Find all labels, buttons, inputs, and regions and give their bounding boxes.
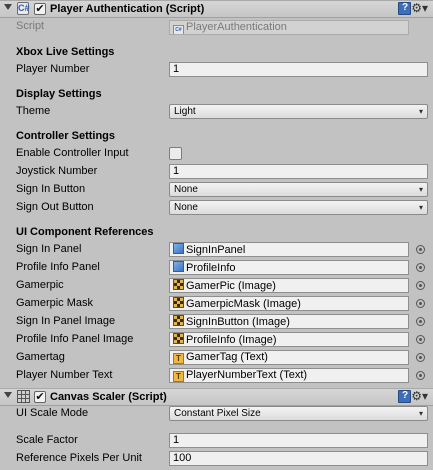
gamertag-label: Gamertag: [16, 351, 65, 363]
canvas-scaler-icon: [17, 390, 30, 403]
joystick-number-label: Joystick Number: [16, 165, 98, 177]
help-book-icon[interactable]: [398, 390, 411, 403]
script-asset-icon: C#: [173, 25, 184, 34]
ui-scale-mode-label: UI Scale Mode: [16, 407, 89, 419]
object-picker-icon[interactable]: [416, 281, 425, 290]
sign-out-button-dropdown[interactable]: None ▾: [169, 200, 428, 215]
image-icon: [173, 333, 184, 344]
dropdown-arrow-icon: ▾: [418, 203, 423, 212]
theme-value: Light: [174, 106, 196, 117]
sign-in-button-dropdown[interactable]: None ▾: [169, 182, 428, 197]
foldout-arrow-icon[interactable]: [4, 4, 12, 10]
display-settings-heading: Display Settings: [16, 88, 102, 100]
theme-dropdown[interactable]: Light ▾: [169, 104, 428, 119]
player-number-label: Player Number: [16, 63, 90, 75]
settings-gear-icon[interactable]: ⚙▾: [411, 1, 428, 15]
text-icon: T: [173, 371, 184, 382]
help-book-icon[interactable]: [398, 2, 411, 15]
settings-gear-icon[interactable]: ⚙▾: [411, 389, 428, 403]
gamerpic-value: GamerPic (Image): [186, 280, 276, 292]
player-number-text-label: Player Number Text: [16, 369, 113, 381]
csharp-script-icon: C#: [17, 2, 30, 15]
sign-out-button-value: None: [174, 202, 198, 213]
sign-in-panel-field[interactable]: SignInPanel: [169, 242, 409, 257]
cube-icon: [173, 261, 184, 272]
profile-info-panel-image-field[interactable]: ProfileInfo (Image): [169, 332, 409, 347]
reference-pixels-per-unit-label: Reference Pixels Per Unit: [16, 452, 142, 464]
script-value: PlayerAuthentication: [186, 21, 287, 33]
object-picker-icon[interactable]: [416, 335, 425, 344]
component-enabled-checkbox[interactable]: ✔: [34, 391, 46, 403]
player-number-text-field[interactable]: T PlayerNumberText (Text): [169, 368, 409, 383]
ui-component-references-heading: UI Component References: [16, 226, 154, 238]
sign-in-panel-image-label: Sign In Panel Image: [16, 315, 116, 327]
gamerpic-field[interactable]: GamerPic (Image): [169, 278, 409, 293]
ui-scale-mode-dropdown[interactable]: Constant Pixel Size ▾: [169, 406, 428, 421]
canvas-scaler-header[interactable]: ✔ Canvas Scaler (Script) ⚙▾: [0, 388, 433, 406]
text-icon: T: [173, 353, 184, 364]
dropdown-arrow-icon: ▾: [418, 409, 423, 418]
sign-in-panel-value: SignInPanel: [186, 244, 246, 256]
sign-out-button-label: Sign Out Button: [16, 201, 94, 213]
profile-info-panel-label: Profile Info Panel: [16, 261, 100, 273]
reference-pixels-per-unit-field[interactable]: 100: [169, 451, 428, 466]
dropdown-arrow-icon: ▾: [418, 107, 423, 116]
gamerpic-mask-value: GamerpicMask (Image): [186, 298, 301, 310]
enable-controller-input-checkbox[interactable]: [169, 147, 182, 160]
component-title: Canvas Scaler (Script): [50, 391, 167, 403]
gamerpic-mask-label: Gamerpic Mask: [16, 297, 94, 309]
object-picker-icon[interactable]: [416, 245, 425, 254]
gamertag-value: GamerTag (Text): [186, 351, 268, 363]
dropdown-arrow-icon: ▾: [418, 185, 423, 194]
image-icon: [173, 315, 184, 326]
foldout-arrow-icon[interactable]: [4, 392, 12, 398]
gamerpic-mask-field[interactable]: GamerpicMask (Image): [169, 296, 409, 311]
cube-icon: [173, 243, 184, 254]
object-picker-icon[interactable]: [416, 263, 425, 272]
scale-factor-field[interactable]: 1: [169, 433, 428, 448]
ui-scale-mode-value: Constant Pixel Size: [174, 408, 261, 419]
object-picker-icon[interactable]: [416, 371, 425, 380]
component-enabled-checkbox[interactable]: ✔: [34, 3, 46, 15]
sign-in-panel-image-value: SignInButton (Image): [186, 316, 290, 328]
enable-controller-input-label: Enable Controller Input: [16, 147, 129, 159]
gamerpic-label: Gamerpic: [16, 279, 64, 291]
profile-info-panel-image-label: Profile Info Panel Image: [16, 333, 134, 345]
sign-in-button-value: None: [174, 184, 198, 195]
theme-label: Theme: [16, 105, 51, 117]
sign-in-panel-image-field[interactable]: SignInButton (Image): [169, 314, 409, 329]
player-number-text-value: PlayerNumberText (Text): [186, 369, 308, 381]
sign-in-panel-label: Sign In Panel: [16, 243, 82, 255]
gamertag-field[interactable]: T GamerTag (Text): [169, 350, 409, 365]
scale-factor-label: Scale Factor: [16, 434, 78, 446]
xbox-live-settings-heading: Xbox Live Settings: [16, 46, 115, 58]
image-icon: [173, 279, 184, 290]
profile-info-panel-image-value: ProfileInfo (Image): [186, 334, 277, 346]
script-field: C# PlayerAuthentication: [169, 20, 409, 35]
player-authentication-header[interactable]: C# ✔ Player Authentication (Script) ⚙▾: [0, 0, 433, 18]
image-icon: [173, 297, 184, 308]
joystick-number-field[interactable]: 1: [169, 164, 428, 179]
component-title: Player Authentication (Script): [50, 3, 205, 15]
object-picker-icon[interactable]: [416, 299, 425, 308]
sign-in-button-label: Sign In Button: [16, 183, 86, 195]
profile-info-panel-value: ProfileInfo: [186, 262, 236, 274]
profile-info-panel-field[interactable]: ProfileInfo: [169, 260, 409, 275]
object-picker-icon[interactable]: [416, 317, 425, 326]
script-label: Script: [16, 20, 45, 32]
controller-settings-heading: Controller Settings: [16, 130, 116, 142]
object-picker-icon[interactable]: [416, 353, 425, 362]
player-number-field[interactable]: 1: [169, 62, 428, 77]
